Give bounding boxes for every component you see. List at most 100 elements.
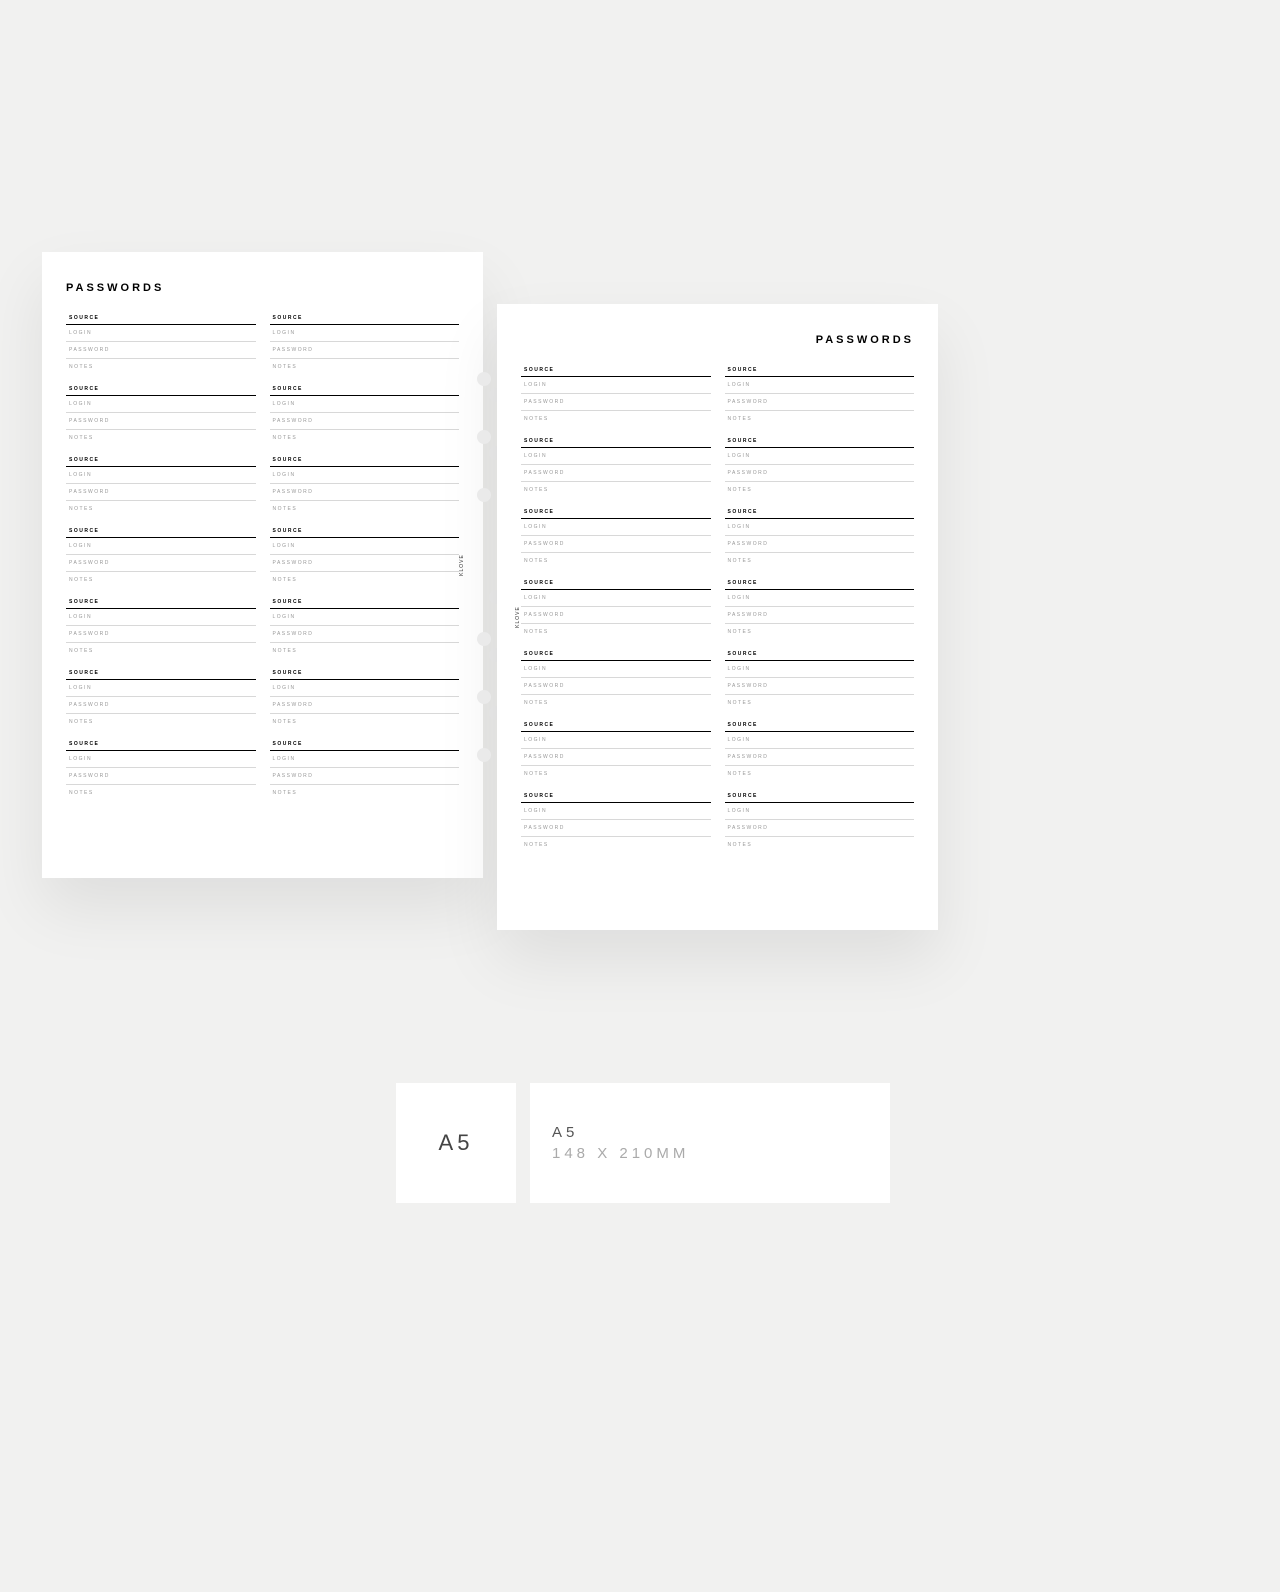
password-label: PASSWORD: [725, 820, 915, 837]
password-label: PASSWORD: [270, 768, 460, 785]
password-label: PASSWORD: [270, 413, 460, 430]
notes-label: NOTES: [521, 695, 711, 711]
password-label: PASSWORD: [521, 749, 711, 766]
notes-label: NOTES: [725, 766, 915, 782]
password-entry: SOURCELOGINPASSWORDNOTES: [66, 312, 256, 375]
notes-label: NOTES: [521, 766, 711, 782]
password-entry: SOURCELOGINPASSWORDNOTES: [66, 525, 256, 588]
login-label: LOGIN: [725, 448, 915, 465]
password-label: PASSWORD: [521, 465, 711, 482]
password-entry: SOURCELOGINPASSWORDNOTES: [66, 383, 256, 446]
notes-label: NOTES: [521, 624, 711, 640]
size-card: A5: [396, 1083, 516, 1203]
source-label: SOURCE: [725, 719, 915, 732]
page-title: PASSWORDS: [521, 334, 914, 346]
column-2: SOURCELOGINPASSWORDNOTESSOURCELOGINPASSW…: [270, 312, 460, 809]
password-label: PASSWORD: [521, 678, 711, 695]
notes-label: NOTES: [66, 714, 256, 730]
password-entry: SOURCELOGINPASSWORDNOTES: [270, 454, 460, 517]
login-label: LOGIN: [270, 396, 460, 413]
source-label: SOURCE: [521, 577, 711, 590]
password-label: PASSWORD: [521, 820, 711, 837]
password-entry: SOURCELOGINPASSWORDNOTES: [725, 506, 915, 569]
page-title: PASSWORDS: [66, 282, 459, 294]
password-entry: SOURCELOGINPASSWORDNOTES: [725, 435, 915, 498]
source-label: SOURCE: [725, 577, 915, 590]
notes-label: NOTES: [725, 482, 915, 498]
source-label: SOURCE: [66, 596, 256, 609]
password-label: PASSWORD: [521, 607, 711, 624]
password-label: PASSWORD: [521, 536, 711, 553]
login-label: LOGIN: [725, 732, 915, 749]
source-label: SOURCE: [725, 790, 915, 803]
notes-label: NOTES: [66, 572, 256, 588]
password-label: PASSWORD: [521, 394, 711, 411]
login-label: LOGIN: [521, 732, 711, 749]
notes-label: NOTES: [521, 411, 711, 427]
password-entry: SOURCELOGINPASSWORDNOTES: [270, 525, 460, 588]
source-label: SOURCE: [66, 312, 256, 325]
password-label: PASSWORD: [725, 465, 915, 482]
source-label: SOURCE: [66, 383, 256, 396]
login-label: LOGIN: [725, 519, 915, 536]
password-entry: SOURCELOGINPASSWORDNOTES: [521, 435, 711, 498]
password-label: PASSWORD: [66, 768, 256, 785]
password-entry: SOURCELOGINPASSWORDNOTES: [521, 719, 711, 782]
source-label: SOURCE: [66, 738, 256, 751]
login-label: LOGIN: [66, 325, 256, 342]
notes-label: NOTES: [725, 837, 915, 853]
source-label: SOURCE: [66, 525, 256, 538]
login-label: LOGIN: [66, 680, 256, 697]
login-label: LOGIN: [521, 803, 711, 820]
notes-label: NOTES: [270, 572, 460, 588]
size-dimensions: 148 X 210MM: [552, 1145, 890, 1162]
notes-label: NOTES: [725, 695, 915, 711]
size-code: A5: [439, 1130, 474, 1156]
source-label: SOURCE: [521, 506, 711, 519]
password-label: PASSWORD: [270, 697, 460, 714]
password-label: PASSWORD: [725, 394, 915, 411]
column-2: SOURCELOGINPASSWORDNOTESSOURCELOGINPASSW…: [725, 364, 915, 861]
notes-label: NOTES: [66, 359, 256, 375]
login-label: LOGIN: [725, 661, 915, 678]
source-label: SOURCE: [270, 525, 460, 538]
password-entry: SOURCELOGINPASSWORDNOTES: [521, 648, 711, 711]
notes-label: NOTES: [270, 501, 460, 517]
notes-label: NOTES: [725, 624, 915, 640]
punch-hole-icon: [477, 690, 491, 704]
entry-columns: SOURCELOGINPASSWORDNOTESSOURCELOGINPASSW…: [66, 312, 459, 809]
login-label: LOGIN: [521, 590, 711, 607]
notes-label: NOTES: [66, 501, 256, 517]
notes-label: NOTES: [270, 359, 460, 375]
brand-text: KLOVE: [515, 606, 521, 628]
password-entry: SOURCELOGINPASSWORDNOTES: [725, 790, 915, 853]
column-1: SOURCELOGINPASSWORDNOTESSOURCELOGINPASSW…: [521, 364, 711, 861]
punch-hole-icon: [477, 748, 491, 762]
password-label: PASSWORD: [725, 678, 915, 695]
entry-columns: SOURCELOGINPASSWORDNOTESSOURCELOGINPASSW…: [521, 364, 914, 861]
login-label: LOGIN: [66, 538, 256, 555]
password-entry: SOURCELOGINPASSWORDNOTES: [66, 596, 256, 659]
login-label: LOGIN: [521, 661, 711, 678]
source-label: SOURCE: [521, 719, 711, 732]
notes-label: NOTES: [66, 430, 256, 446]
source-label: SOURCE: [725, 506, 915, 519]
notes-label: NOTES: [521, 553, 711, 569]
password-entry: SOURCELOGINPASSWORDNOTES: [521, 577, 711, 640]
source-label: SOURCE: [270, 454, 460, 467]
planner-page-left: PASSWORDS SOURCELOGINPASSWORDNOTESSOURCE…: [42, 252, 483, 878]
source-label: SOURCE: [270, 383, 460, 396]
password-entry: SOURCELOGINPASSWORDNOTES: [725, 364, 915, 427]
punch-holes: [477, 372, 491, 872]
login-label: LOGIN: [66, 467, 256, 484]
password-label: PASSWORD: [270, 484, 460, 501]
login-label: LOGIN: [270, 325, 460, 342]
source-label: SOURCE: [521, 364, 711, 377]
password-entry: SOURCELOGINPASSWORDNOTES: [270, 738, 460, 801]
login-label: LOGIN: [270, 751, 460, 768]
punch-hole-icon: [477, 488, 491, 502]
login-label: LOGIN: [725, 590, 915, 607]
punch-hole-icon: [477, 430, 491, 444]
password-entry: SOURCELOGINPASSWORDNOTES: [270, 596, 460, 659]
notes-label: NOTES: [270, 785, 460, 801]
